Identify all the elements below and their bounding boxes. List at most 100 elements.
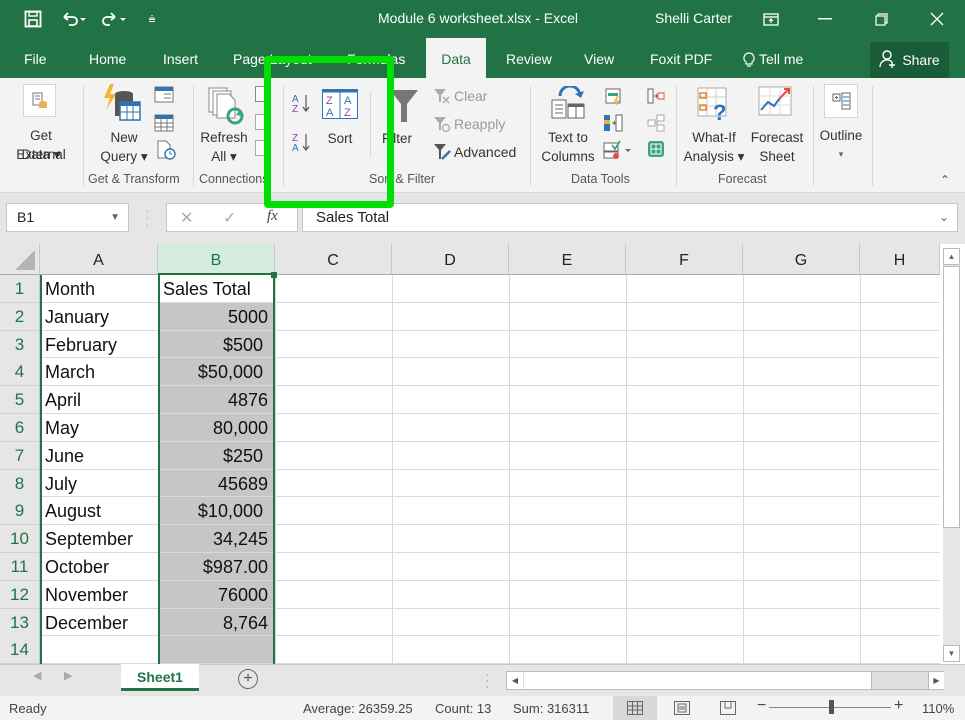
cell-a5[interactable]: April — [45, 386, 81, 413]
row-header-8[interactable]: 8 — [0, 469, 40, 498]
column-header-f[interactable]: F — [626, 244, 743, 275]
normal-view-button[interactable] — [613, 696, 657, 720]
column-header-g[interactable]: G — [743, 244, 860, 275]
ribbon-display-options-icon[interactable] — [748, 0, 794, 38]
cell-a11[interactable]: October — [45, 553, 109, 580]
edit-links-icon[interactable] — [255, 140, 265, 156]
name-box[interactable]: B1 ▼ — [6, 203, 129, 232]
from-table-icon[interactable] — [154, 114, 174, 137]
formula-input[interactable]: Sales Total ⌄ — [302, 203, 958, 232]
reapply-button[interactable]: Reapply — [454, 116, 505, 132]
tab-split-handle-icon[interactable]: · · · — [485, 667, 490, 693]
scroll-up-arrow-icon[interactable]: ▲ — [943, 248, 960, 265]
manage-data-model-icon[interactable] — [647, 140, 665, 163]
row-header-2[interactable]: 2 — [0, 302, 40, 331]
share-button[interactable]: Share — [870, 42, 949, 78]
connections-icon[interactable] — [255, 86, 265, 102]
add-sheet-icon[interactable]: + — [238, 669, 258, 689]
sort-a-to-z-icon[interactable]: AZ — [291, 92, 313, 119]
properties-icon[interactable] — [255, 114, 265, 130]
undo-icon[interactable] — [58, 0, 90, 38]
cell-a8[interactable]: July — [45, 470, 77, 497]
tab-insert[interactable]: Insert — [153, 38, 208, 78]
cell-a6[interactable]: May — [45, 414, 79, 441]
cell-a12[interactable]: November — [45, 581, 128, 608]
vertical-scroll-thumb[interactable] — [943, 266, 960, 528]
scroll-right-arrow-icon[interactable]: ▶ — [928, 672, 944, 689]
row-header-7[interactable]: 7 — [0, 441, 40, 470]
zoom-out-button[interactable]: − — [757, 697, 766, 715]
fill-handle[interactable] — [271, 272, 277, 278]
column-header-d[interactable]: D — [392, 244, 509, 275]
data-validation-icon[interactable] — [603, 140, 633, 165]
tell-me-search[interactable]: Tell me — [735, 38, 813, 78]
select-all-button[interactable] — [0, 244, 40, 275]
column-header-c[interactable]: C — [275, 244, 392, 275]
recent-sources-icon[interactable] — [156, 140, 176, 165]
cell-a2[interactable]: January — [45, 303, 109, 330]
flash-fill-icon[interactable] — [605, 88, 623, 111]
advanced-filter-button[interactable]: Advanced — [454, 144, 516, 160]
row-header-9[interactable]: 9 — [0, 497, 40, 526]
horizontal-scroll-thumb[interactable] — [524, 672, 872, 689]
user-name[interactable]: Shelli Carter — [655, 10, 732, 26]
column-header-a[interactable]: A — [40, 244, 158, 275]
confirm-entry-icon[interactable]: ✓ — [223, 208, 236, 228]
vertical-scrollbar[interactable]: ▲ ▼ — [943, 248, 960, 662]
formula-bar-grip-icon[interactable]: · · · — [145, 203, 150, 231]
cell-a9[interactable]: August — [45, 497, 101, 524]
zoom-slider-thumb[interactable] — [829, 700, 834, 714]
row-header-12[interactable]: 12 — [0, 580, 40, 609]
column-header-b[interactable]: B — [158, 244, 275, 275]
row-header-13[interactable]: 13 — [0, 608, 40, 637]
scroll-left-arrow-icon[interactable]: ◀ — [507, 672, 523, 689]
row-header-11[interactable]: 11 — [0, 553, 40, 581]
tab-page-layout[interactable]: Page Layout — [223, 38, 322, 78]
row-header-1[interactable]: 1 — [0, 275, 40, 303]
tab-home[interactable]: Home — [79, 38, 136, 78]
close-icon[interactable] — [914, 0, 960, 38]
zoom-in-button[interactable]: + — [894, 697, 903, 715]
redo-icon[interactable] — [98, 0, 130, 38]
cancel-entry-icon[interactable]: ✕ — [180, 208, 193, 228]
cell-a1[interactable]: Month — [45, 275, 95, 302]
row-header-10[interactable]: 10 — [0, 525, 40, 554]
sheet-prev-icon[interactable]: ◀ — [33, 669, 41, 682]
row-header-6[interactable]: 6 — [0, 414, 40, 442]
relationships-icon[interactable] — [647, 114, 665, 137]
tab-data[interactable]: Data — [426, 38, 486, 78]
insert-function-icon[interactable]: fx — [267, 208, 278, 225]
minimize-icon[interactable] — [802, 0, 848, 38]
consolidate-icon[interactable] — [647, 88, 665, 109]
page-break-preview-button[interactable] — [706, 696, 750, 720]
page-layout-view-button[interactable] — [660, 696, 704, 720]
scroll-down-arrow-icon[interactable]: ▼ — [943, 645, 960, 662]
customize-quick-access-icon[interactable]: ⩧ — [144, 0, 160, 38]
remove-duplicates-icon[interactable] — [603, 114, 623, 137]
column-header-h[interactable]: H — [860, 244, 940, 275]
name-box-dropdown-icon[interactable]: ▼ — [110, 204, 120, 231]
cell-a7[interactable]: June — [45, 442, 84, 469]
tab-file[interactable]: File — [14, 38, 57, 78]
expand-formula-bar-icon[interactable]: ⌄ — [939, 204, 949, 231]
zoom-level[interactable]: 110% — [922, 701, 954, 716]
tab-foxit-pdf[interactable]: Foxit PDF — [640, 38, 722, 78]
save-icon[interactable] — [18, 0, 48, 38]
clear-filter-button[interactable]: Clear — [454, 88, 487, 104]
sheet-tab-sheet1[interactable]: Sheet1 — [121, 664, 199, 691]
cell-a10[interactable]: September — [45, 525, 133, 552]
cell-a13[interactable]: December — [45, 609, 128, 636]
restore-icon[interactable] — [858, 0, 904, 38]
row-header-5[interactable]: 5 — [0, 386, 40, 415]
show-queries-icon[interactable] — [154, 86, 174, 108]
spreadsheet-grid[interactable]: A B C D E F G H 1 Month Sales Total 2 January 5000 3 Fe… — [0, 244, 965, 665]
tab-review[interactable]: Review — [496, 38, 562, 78]
sort-z-to-a-icon[interactable]: ZA — [291, 131, 313, 158]
row-header-4[interactable]: 4 — [0, 358, 40, 387]
column-header-e[interactable]: E — [509, 244, 626, 275]
cell-a3[interactable]: February — [45, 331, 117, 358]
row-header-14[interactable]: 14 — [0, 636, 40, 665]
tab-view[interactable]: View — [574, 38, 624, 78]
row-header-3[interactable]: 3 — [0, 330, 40, 359]
horizontal-scrollbar[interactable]: ◀ ▶ — [506, 671, 944, 690]
